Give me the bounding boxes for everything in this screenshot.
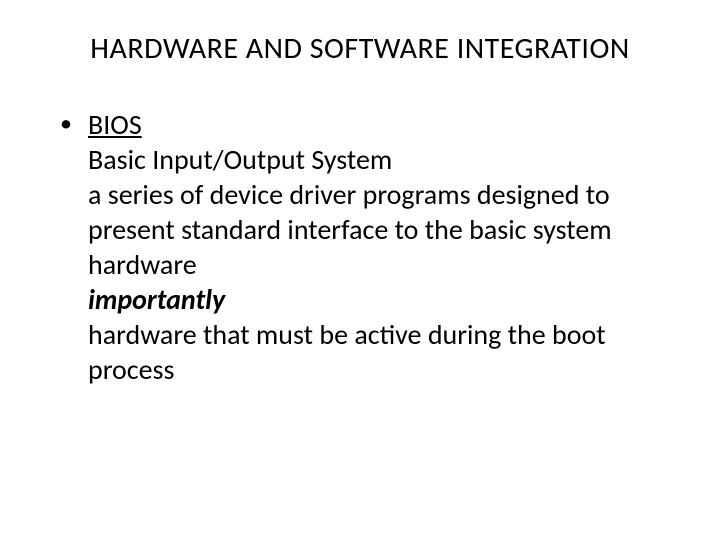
bullet-line-1: Basic Input/Output System [88,142,680,177]
slide: HARDWARE AND SOFTWARE INTEGRATION BIOS B… [0,0,720,540]
bullet-item: BIOS Basic Input/Output System a series … [60,107,680,387]
slide-title: HARDWARE AND SOFTWARE INTEGRATION [40,30,680,67]
bullet-line-2: a series of device driver programs desig… [88,177,680,282]
bullet-list: BIOS Basic Input/Output System a series … [40,107,680,387]
bullet-line-3: hardware that must be active during the … [88,317,680,387]
bullet-emphasis: importantly [88,282,680,317]
bullet-term: BIOS [88,107,680,142]
